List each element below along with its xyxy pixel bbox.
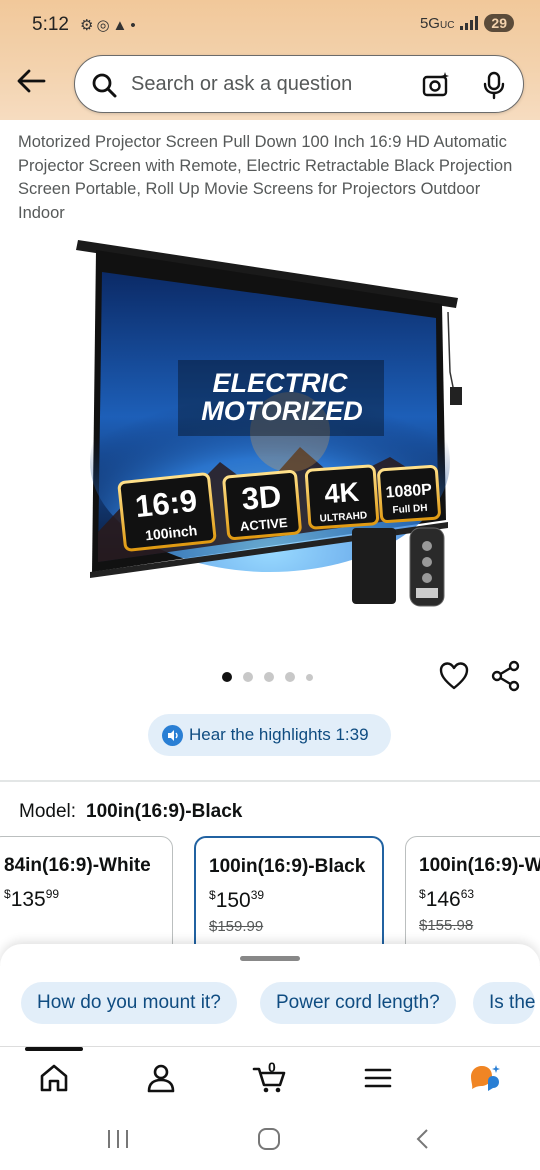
variant-name: 100in(16:9)-Black <box>209 856 366 877</box>
model-label: Model: <box>19 801 77 822</box>
variant-price: $15039 <box>209 888 265 912</box>
search-placeholder: Search or ask a question <box>131 73 353 95</box>
svg-text:4K: 4K <box>323 477 360 509</box>
svg-text:16:9: 16:9 <box>133 483 198 524</box>
product-title[interactable]: Motorized Projector Screen Pull Down 100… <box>18 131 523 225</box>
image-headline-1: ELECTRIC <box>213 368 349 398</box>
model-value: 100in(16:9)-Black <box>86 801 243 822</box>
image-headline-2: MOTORIZED <box>201 396 363 426</box>
recent-apps-icon[interactable] <box>108 1130 128 1148</box>
back-arrow-icon[interactable] <box>14 64 48 98</box>
header-bar: 5:12 ⚙◎▲• 5GUC 29 Search or ask a questi… <box>0 0 540 120</box>
status-time: 5:12 <box>32 14 69 35</box>
home-icon[interactable] <box>37 1061 71 1095</box>
section-divider <box>0 780 540 782</box>
hear-highlights-label: Hear the highlights 1:39 <box>189 725 369 744</box>
network-label: 5GUC <box>419 14 455 32</box>
question-chip[interactable]: Power cord length? <box>260 982 456 1024</box>
variant-list-price: $159.99 <box>209 918 264 935</box>
questions-sheet: How do you mount it? Power cord length? … <box>0 944 540 1049</box>
image-badge: 4K ULTRAHD <box>304 464 380 530</box>
question-chip[interactable]: Is the <box>473 982 536 1024</box>
variant-list-price: $155.98 <box>419 917 474 934</box>
carousel-dot[interactable] <box>306 673 313 681</box>
home-button-icon[interactable] <box>258 1128 280 1150</box>
image-badge: 1080P Full DH <box>377 464 441 524</box>
notification-icons: ⚙◎▲• <box>80 17 139 34</box>
carousel-dot[interactable] <box>222 672 232 682</box>
image-carousel-dots[interactable] <box>222 672 313 682</box>
hear-highlights-button[interactable]: Hear the highlights 1:39 <box>148 714 391 756</box>
sheet-drag-handle[interactable] <box>240 956 300 961</box>
system-back-icon[interactable] <box>416 1129 428 1149</box>
carousel-dot[interactable] <box>264 672 274 682</box>
battery-icon: 29 <box>484 14 514 32</box>
account-icon[interactable] <box>144 1061 178 1095</box>
search-icon <box>92 73 117 98</box>
cart-count: 0 <box>268 1059 276 1075</box>
variant-price: $14663 <box>419 887 475 911</box>
product-image[interactable]: ELECTRIC MOTORIZED 16:9 100inch 3D ACTIV… <box>70 232 470 622</box>
share-icon[interactable] <box>490 660 522 692</box>
status-right: 5GUC 29 <box>420 14 514 32</box>
question-chip[interactable]: How do you mount it? <box>21 982 237 1024</box>
heart-icon[interactable] <box>438 660 470 692</box>
svg-text:1080P: 1080P <box>385 481 433 501</box>
signal-icon <box>460 16 479 30</box>
variant-name: 100in(16:9)-W <box>419 855 540 876</box>
carousel-dot[interactable] <box>243 672 253 682</box>
bottom-nav: 0 <box>0 1046 540 1108</box>
svg-text:3D: 3D <box>240 478 283 516</box>
search-input[interactable]: Search or ask a question <box>74 55 524 113</box>
microphone-icon[interactable] <box>479 70 509 100</box>
carousel-dot[interactable] <box>285 672 295 682</box>
system-nav-bar <box>0 1108 540 1170</box>
image-badge: 16:9 100inch <box>117 472 217 552</box>
variant-name: 84in(16:9)-White <box>4 855 151 876</box>
model-selection-label: Model: 100in(16:9)-Black <box>19 801 242 823</box>
image-badge: 3D ACTIVE <box>222 469 302 541</box>
rufus-icon[interactable] <box>468 1061 502 1095</box>
active-tab-indicator <box>25 1047 83 1051</box>
camera-search-icon[interactable] <box>421 70 451 100</box>
menu-icon[interactable] <box>361 1061 395 1095</box>
variant-price: $13599 <box>4 887 60 911</box>
audio-play-icon <box>162 724 183 746</box>
status-bar: 5:12 ⚙◎▲• 5GUC 29 <box>0 0 540 50</box>
